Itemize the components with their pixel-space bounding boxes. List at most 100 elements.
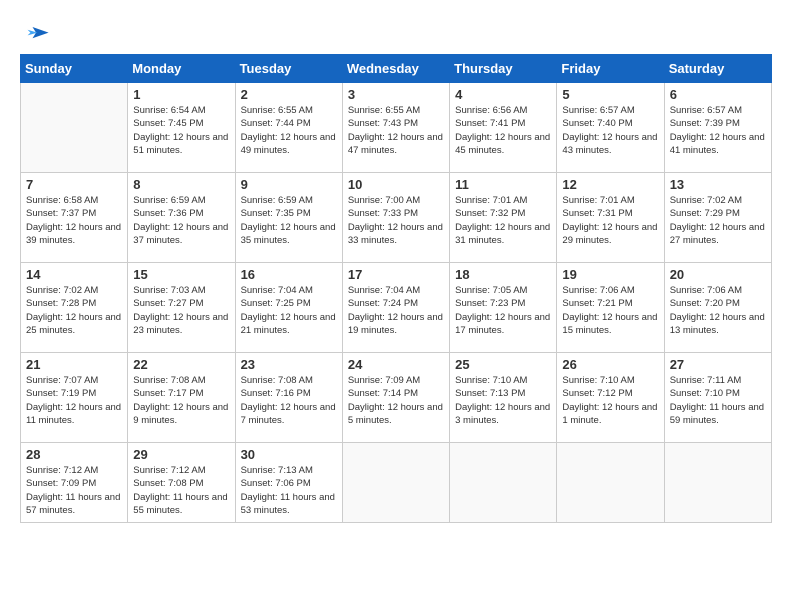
day-info: Sunrise: 6:58 AMSunset: 7:37 PMDaylight:… xyxy=(26,194,122,247)
day-number: 28 xyxy=(26,447,122,462)
day-info: Sunrise: 7:10 AMSunset: 7:13 PMDaylight:… xyxy=(455,374,551,427)
day-info: Sunrise: 7:13 AMSunset: 7:06 PMDaylight:… xyxy=(241,464,337,517)
calendar-cell: 9 Sunrise: 6:59 AMSunset: 7:35 PMDaylight… xyxy=(235,173,342,263)
day-number: 23 xyxy=(241,357,337,372)
bird-icon xyxy=(22,20,50,48)
day-info: Sunrise: 7:07 AMSunset: 7:19 PMDaylight:… xyxy=(26,374,122,427)
day-number: 4 xyxy=(455,87,551,102)
day-number: 26 xyxy=(562,357,658,372)
calendar-week-row: 28 Sunrise: 7:12 AMSunset: 7:09 PMDayligh… xyxy=(21,443,772,523)
calendar-cell: 16 Sunrise: 7:04 AMSunset: 7:25 PMDayligh… xyxy=(235,263,342,353)
day-number: 17 xyxy=(348,267,444,282)
calendar-table: SundayMondayTuesdayWednesdayThursdayFrid… xyxy=(20,54,772,523)
day-number: 3 xyxy=(348,87,444,102)
day-info: Sunrise: 7:11 AMSunset: 7:10 PMDaylight:… xyxy=(670,374,766,427)
day-info: Sunrise: 6:57 AMSunset: 7:39 PMDaylight:… xyxy=(670,104,766,157)
calendar-cell: 17 Sunrise: 7:04 AMSunset: 7:24 PMDayligh… xyxy=(342,263,449,353)
day-info: Sunrise: 7:06 AMSunset: 7:21 PMDaylight:… xyxy=(562,284,658,337)
day-info: Sunrise: 7:12 AMSunset: 7:09 PMDaylight:… xyxy=(26,464,122,517)
day-number: 6 xyxy=(670,87,766,102)
day-info: Sunrise: 7:02 AMSunset: 7:28 PMDaylight:… xyxy=(26,284,122,337)
calendar-week-row: 14 Sunrise: 7:02 AMSunset: 7:28 PMDayligh… xyxy=(21,263,772,353)
calendar-week-row: 21 Sunrise: 7:07 AMSunset: 7:19 PMDayligh… xyxy=(21,353,772,443)
calendar-cell xyxy=(21,83,128,173)
logo xyxy=(20,20,50,44)
day-number: 13 xyxy=(670,177,766,192)
day-info: Sunrise: 7:10 AMSunset: 7:12 PMDaylight:… xyxy=(562,374,658,427)
calendar-cell: 1Sunrise: 6:54 AMSunset: 7:45 PMDaylight… xyxy=(128,83,235,173)
calendar-cell: 15Sunrise: 7:03 AMSunset: 7:27 PMDayligh… xyxy=(128,263,235,353)
calendar-week-row: 1Sunrise: 6:54 AMSunset: 7:45 PMDaylight… xyxy=(21,83,772,173)
calendar-cell: 18 Sunrise: 7:05 AMSunset: 7:23 PMDayligh… xyxy=(450,263,557,353)
day-info: Sunrise: 6:56 AMSunset: 7:41 PMDaylight:… xyxy=(455,104,551,157)
day-number: 24 xyxy=(348,357,444,372)
calendar-cell: 21 Sunrise: 7:07 AMSunset: 7:19 PMDayligh… xyxy=(21,353,128,443)
calendar-cell: 28 Sunrise: 7:12 AMSunset: 7:09 PMDayligh… xyxy=(21,443,128,523)
calendar-cell: 26 Sunrise: 7:10 AMSunset: 7:12 PMDayligh… xyxy=(557,353,664,443)
day-number: 15 xyxy=(133,267,229,282)
day-header-thursday: Thursday xyxy=(450,55,557,83)
day-number: 8 xyxy=(133,177,229,192)
day-info: Sunrise: 7:00 AMSunset: 7:33 PMDaylight:… xyxy=(348,194,444,247)
calendar-cell: 7 Sunrise: 6:58 AMSunset: 7:37 PMDaylight… xyxy=(21,173,128,263)
day-info: Sunrise: 7:01 AMSunset: 7:32 PMDaylight:… xyxy=(455,194,551,247)
calendar-cell xyxy=(664,443,771,523)
day-number: 12 xyxy=(562,177,658,192)
day-info: Sunrise: 6:55 AMSunset: 7:44 PMDaylight:… xyxy=(241,104,337,157)
day-number: 7 xyxy=(26,177,122,192)
calendar-header-row: SundayMondayTuesdayWednesdayThursdayFrid… xyxy=(21,55,772,83)
calendar-cell: 24 Sunrise: 7:09 AMSunset: 7:14 PMDayligh… xyxy=(342,353,449,443)
calendar-cell: 10 Sunrise: 7:00 AMSunset: 7:33 PMDayligh… xyxy=(342,173,449,263)
day-info: Sunrise: 7:01 AMSunset: 7:31 PMDaylight:… xyxy=(562,194,658,247)
day-info: Sunrise: 7:06 AMSunset: 7:20 PMDaylight:… xyxy=(670,284,766,337)
calendar-cell: 5 Sunrise: 6:57 AMSunset: 7:40 PMDaylight… xyxy=(557,83,664,173)
calendar-cell: 19 Sunrise: 7:06 AMSunset: 7:21 PMDayligh… xyxy=(557,263,664,353)
day-header-saturday: Saturday xyxy=(664,55,771,83)
calendar-cell: 23Sunrise: 7:08 AMSunset: 7:16 PMDayligh… xyxy=(235,353,342,443)
day-info: Sunrise: 7:02 AMSunset: 7:29 PMDaylight:… xyxy=(670,194,766,247)
calendar-cell: 30Sunrise: 7:13 AMSunset: 7:06 PMDayligh… xyxy=(235,443,342,523)
calendar-cell: 4 Sunrise: 6:56 AMSunset: 7:41 PMDaylight… xyxy=(450,83,557,173)
day-number: 21 xyxy=(26,357,122,372)
day-info: Sunrise: 6:55 AMSunset: 7:43 PMDaylight:… xyxy=(348,104,444,157)
calendar-cell xyxy=(557,443,664,523)
day-number: 29 xyxy=(133,447,229,462)
calendar-cell: 11 Sunrise: 7:01 AMSunset: 7:32 PMDayligh… xyxy=(450,173,557,263)
day-info: Sunrise: 7:04 AMSunset: 7:25 PMDaylight:… xyxy=(241,284,337,337)
day-info: Sunrise: 7:12 AMSunset: 7:08 PMDaylight:… xyxy=(133,464,229,517)
calendar-cell xyxy=(450,443,557,523)
day-number: 5 xyxy=(562,87,658,102)
calendar-cell: 3 Sunrise: 6:55 AMSunset: 7:43 PMDaylight… xyxy=(342,83,449,173)
day-number: 19 xyxy=(562,267,658,282)
calendar-cell: 2Sunrise: 6:55 AMSunset: 7:44 PMDaylight… xyxy=(235,83,342,173)
calendar-cell: 8 Sunrise: 6:59 AMSunset: 7:36 PMDaylight… xyxy=(128,173,235,263)
day-header-tuesday: Tuesday xyxy=(235,55,342,83)
day-info: Sunrise: 6:59 AMSunset: 7:35 PMDaylight:… xyxy=(241,194,337,247)
day-number: 10 xyxy=(348,177,444,192)
calendar-cell: 12 Sunrise: 7:01 AMSunset: 7:31 PMDayligh… xyxy=(557,173,664,263)
calendar-cell: 20 Sunrise: 7:06 AMSunset: 7:20 PMDayligh… xyxy=(664,263,771,353)
day-number: 27 xyxy=(670,357,766,372)
day-info: Sunrise: 6:57 AMSunset: 7:40 PMDaylight:… xyxy=(562,104,658,157)
day-number: 16 xyxy=(241,267,337,282)
calendar-week-row: 7 Sunrise: 6:58 AMSunset: 7:37 PMDaylight… xyxy=(21,173,772,263)
day-number: 9 xyxy=(241,177,337,192)
day-number: 14 xyxy=(26,267,122,282)
day-header-friday: Friday xyxy=(557,55,664,83)
day-number: 11 xyxy=(455,177,551,192)
day-info: Sunrise: 7:05 AMSunset: 7:23 PMDaylight:… xyxy=(455,284,551,337)
day-info: Sunrise: 7:09 AMSunset: 7:14 PMDaylight:… xyxy=(348,374,444,427)
day-number: 20 xyxy=(670,267,766,282)
calendar-cell: 22Sunrise: 7:08 AMSunset: 7:17 PMDayligh… xyxy=(128,353,235,443)
day-info: Sunrise: 6:59 AMSunset: 7:36 PMDaylight:… xyxy=(133,194,229,247)
calendar-cell xyxy=(342,443,449,523)
day-number: 18 xyxy=(455,267,551,282)
calendar-cell: 25Sunrise: 7:10 AMSunset: 7:13 PMDayligh… xyxy=(450,353,557,443)
day-info: Sunrise: 7:08 AMSunset: 7:17 PMDaylight:… xyxy=(133,374,229,427)
day-info: Sunrise: 7:04 AMSunset: 7:24 PMDaylight:… xyxy=(348,284,444,337)
calendar-cell: 6 Sunrise: 6:57 AMSunset: 7:39 PMDaylight… xyxy=(664,83,771,173)
page-header xyxy=(20,20,772,44)
day-header-monday: Monday xyxy=(128,55,235,83)
day-header-sunday: Sunday xyxy=(21,55,128,83)
calendar-cell: 13 Sunrise: 7:02 AMSunset: 7:29 PMDayligh… xyxy=(664,173,771,263)
